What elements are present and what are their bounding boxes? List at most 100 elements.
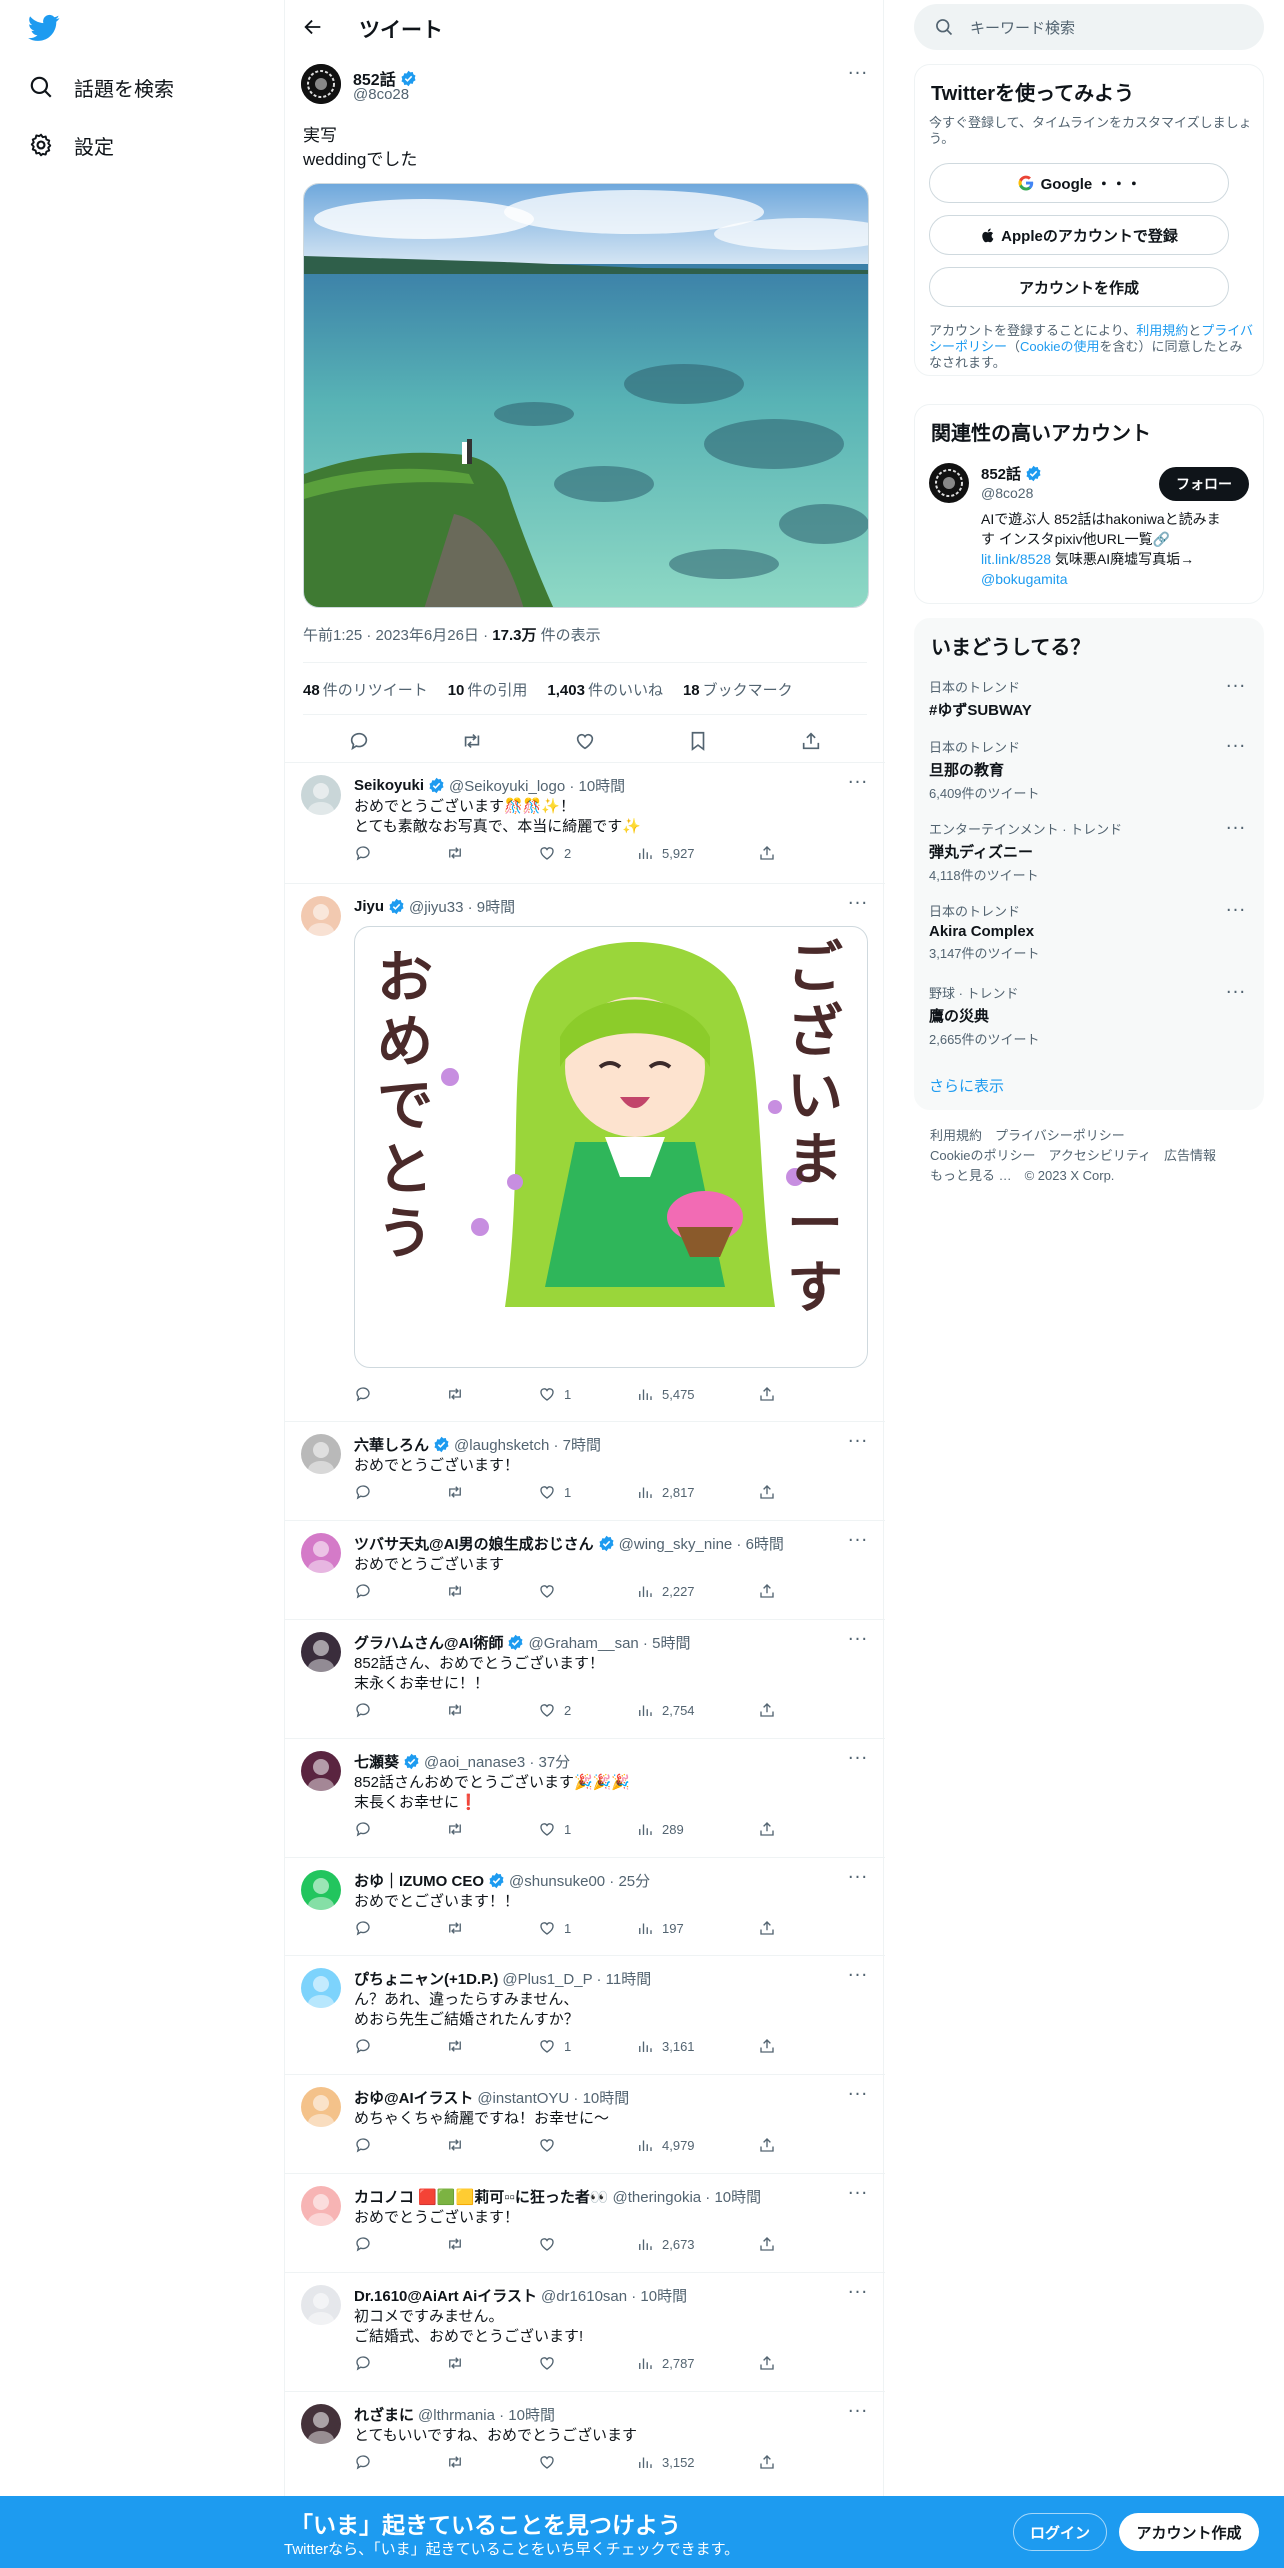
reply-icon[interactable] — [354, 1918, 380, 1938]
avatar[interactable] — [301, 1533, 341, 1573]
reply-author-handle[interactable]: @Seikoyuki_logo · 10時間 — [449, 775, 625, 796]
views-button[interactable]: 289 — [636, 1819, 684, 1839]
tweet-photo[interactable] — [303, 183, 869, 608]
avatar[interactable] — [301, 775, 341, 815]
like-button[interactable]: 1 — [538, 1384, 571, 1404]
google-signup-button[interactable]: Google ・・・ — [929, 163, 1229, 203]
avatar[interactable] — [301, 64, 341, 104]
more-options-icon[interactable]: ··· — [845, 1749, 871, 1769]
more-options-icon[interactable]: ··· — [1223, 901, 1249, 921]
twitter-bird-icon[interactable] — [26, 12, 62, 44]
reply-author-handle[interactable]: @jiyu33 · 9時間 — [409, 896, 515, 917]
nav-settings[interactable]: 設定 — [26, 125, 114, 165]
reply-tweet[interactable]: グラハムさん@AI術師 @Graham__san · 5時間 ··· 852話さん、お… — [285, 1619, 885, 1738]
more-options-icon[interactable]: ··· — [1223, 819, 1249, 839]
more-options-icon[interactable]: ··· — [845, 2402, 871, 2422]
reply-tweet[interactable]: Dr.1610@AiArt Aiイラスト @dr1610san · 10時間 ···… — [285, 2272, 885, 2391]
retweet-icon[interactable] — [446, 1384, 472, 1404]
like-button[interactable]: 1 — [538, 1819, 571, 1839]
back-arrow-icon[interactable] — [299, 13, 327, 41]
reply-icon[interactable] — [354, 2353, 380, 2373]
reply-icon[interactable] — [354, 2036, 380, 2056]
reply-author-handle[interactable]: @lthrmania · 10時間 — [418, 2404, 555, 2425]
reply-author-name[interactable]: カコノコ 🟥🟩🟨莉可▫▫に狂った者👀 — [354, 2186, 609, 2207]
reply-icon[interactable] — [354, 2135, 380, 2155]
retweet-icon[interactable] — [446, 2234, 472, 2254]
like-count[interactable]: 1,403 件のいいね — [547, 679, 663, 700]
reply-author-handle[interactable]: @wing_sky_nine · 6時間 — [619, 1533, 784, 1554]
reply-tweet[interactable]: カコノコ 🟥🟩🟨莉可▫▫に狂った者👀 @theringokia · 10時間 ···… — [285, 2173, 885, 2272]
more-options-icon[interactable]: ··· — [1223, 737, 1249, 757]
reply-tweet[interactable]: れざまに @lthrmania · 10時間 ··· とてもいいですね、おめでとうござ… — [285, 2391, 885, 2496]
reply-tweet[interactable]: おゆ@AIイラスト @instantOYU · 10時間 ··· めちゃくちゃ綺麗です… — [285, 2074, 885, 2173]
reply-author-name[interactable]: 六華しろん — [354, 1434, 429, 1455]
footer-line[interactable]: Cookieのポリシー アクセシビリティ 広告情報 — [930, 1146, 1216, 1166]
follow-button[interactable]: フォロー — [1159, 467, 1249, 501]
retweet-icon[interactable] — [446, 2452, 472, 2472]
avatar[interactable] — [929, 463, 969, 503]
reply-author-name[interactable]: おゆ@AIイラスト — [354, 2087, 473, 2108]
footer-line[interactable]: 利用規約 プライバシーポリシー — [930, 1126, 1216, 1146]
related-account-name[interactable]: 852話 — [981, 463, 1042, 484]
reply-icon[interactable] — [354, 1700, 380, 1720]
reply-author-handle[interactable]: @shunsuke00 · 25分 — [509, 1870, 650, 1891]
reply-tweet[interactable]: ぴちょニャン(+1D.P.) @Plus1_D_P · 11時間 ··· ん？あれ、違… — [285, 1955, 885, 2074]
create-account-button[interactable]: アカウントを作成 — [929, 267, 1229, 307]
like-button[interactable] — [538, 2135, 564, 2155]
avatar[interactable] — [301, 2404, 341, 2444]
more-options-icon[interactable]: ··· — [845, 1630, 871, 1650]
share-icon[interactable] — [758, 1581, 784, 1601]
share-icon[interactable] — [758, 1819, 784, 1839]
reply-tweet[interactable]: 六華しろん @laughsketch · 7時間 ··· おめでとうございます！ 1 … — [285, 1421, 885, 1520]
reply-author-name[interactable]: ぴちょニャン(+1D.P.) — [354, 1968, 498, 1989]
views-button[interactable]: 197 — [636, 1918, 684, 1938]
like-button[interactable]: 1 — [538, 1482, 571, 1502]
reply-author-name[interactable]: 七瀬葵 — [354, 1751, 399, 1772]
trend-item[interactable]: 日本のトレンド #ゆずSUBWAY ··· — [929, 677, 1249, 720]
reply-tweet[interactable]: Seikoyuki @Seikoyuki_logo · 10時間 ··· おめでとうご… — [285, 762, 885, 883]
more-options-icon[interactable]: ··· — [845, 2283, 871, 2303]
reply-author-name[interactable]: ツバサ天丸@AI男の娘生成おじさん — [354, 1533, 594, 1554]
reply-icon[interactable] — [354, 2452, 380, 2472]
avatar[interactable] — [301, 1968, 341, 2008]
show-more-link[interactable]: さらに表示 — [929, 1075, 1004, 1096]
more-options-icon[interactable]: ··· — [845, 1432, 871, 1452]
more-options-icon[interactable]: ··· — [1223, 677, 1249, 697]
retweet-icon[interactable] — [446, 1819, 472, 1839]
views-button[interactable]: 5,927 — [636, 843, 695, 863]
trend-item[interactable]: エンターテインメント · トレンド 弾丸ディズニー 4,118件のツイート ··… — [929, 819, 1249, 884]
avatar[interactable] — [301, 1632, 341, 1672]
like-button[interactable]: 1 — [538, 2036, 571, 2056]
footer-line[interactable]: もっと見る … © 2023 X Corp. — [930, 1166, 1216, 1186]
like-button[interactable]: 2 — [538, 1700, 571, 1720]
like-button[interactable] — [538, 2452, 564, 2472]
reply-author-handle[interactable]: @Plus1_D_P · 11時間 — [502, 1968, 651, 1989]
share-icon[interactable] — [758, 2135, 784, 2155]
share-icon[interactable] — [758, 2036, 784, 2056]
more-options-icon[interactable]: ··· — [845, 773, 871, 793]
more-options-icon[interactable]: ··· — [845, 1966, 871, 1986]
more-options-icon[interactable]: ··· — [845, 1868, 871, 1888]
reply-author-handle[interactable]: @Graham__san · 5時間 — [528, 1632, 690, 1653]
quote-count[interactable]: 10 件の引用 — [448, 679, 528, 700]
reply-icon[interactable] — [354, 1581, 380, 1601]
trend-item[interactable]: 野球 · トレンド 鷹の災典 2,665件のツイート ··· — [929, 983, 1249, 1048]
share-icon[interactable] — [800, 730, 822, 757]
cookie-link[interactable]: Cookieの使用 — [1020, 339, 1099, 354]
share-icon[interactable] — [758, 2234, 784, 2254]
avatar[interactable] — [301, 1751, 341, 1791]
views-button[interactable]: 2,787 — [636, 2353, 695, 2373]
reply-author-name[interactable]: Seikoyuki — [354, 777, 424, 794]
reply-author-name[interactable]: Dr.1610@AiArt Aiイラスト — [354, 2285, 537, 2306]
reply-icon[interactable] — [348, 730, 370, 757]
avatar[interactable] — [301, 1870, 341, 1910]
like-icon[interactable] — [574, 730, 596, 757]
retweet-icon[interactable] — [446, 1482, 472, 1502]
reply-author-handle[interactable]: @instantOYU · 10時間 — [477, 2087, 629, 2108]
views-button[interactable]: 3,152 — [636, 2452, 695, 2472]
reply-icon[interactable] — [354, 1384, 380, 1404]
retweet-count[interactable]: 48 件のリツイート — [303, 679, 428, 700]
retweet-icon[interactable] — [446, 2135, 472, 2155]
reply-image[interactable]: おめでとう ございまーす — [354, 926, 868, 1368]
avatar[interactable] — [301, 2087, 341, 2127]
